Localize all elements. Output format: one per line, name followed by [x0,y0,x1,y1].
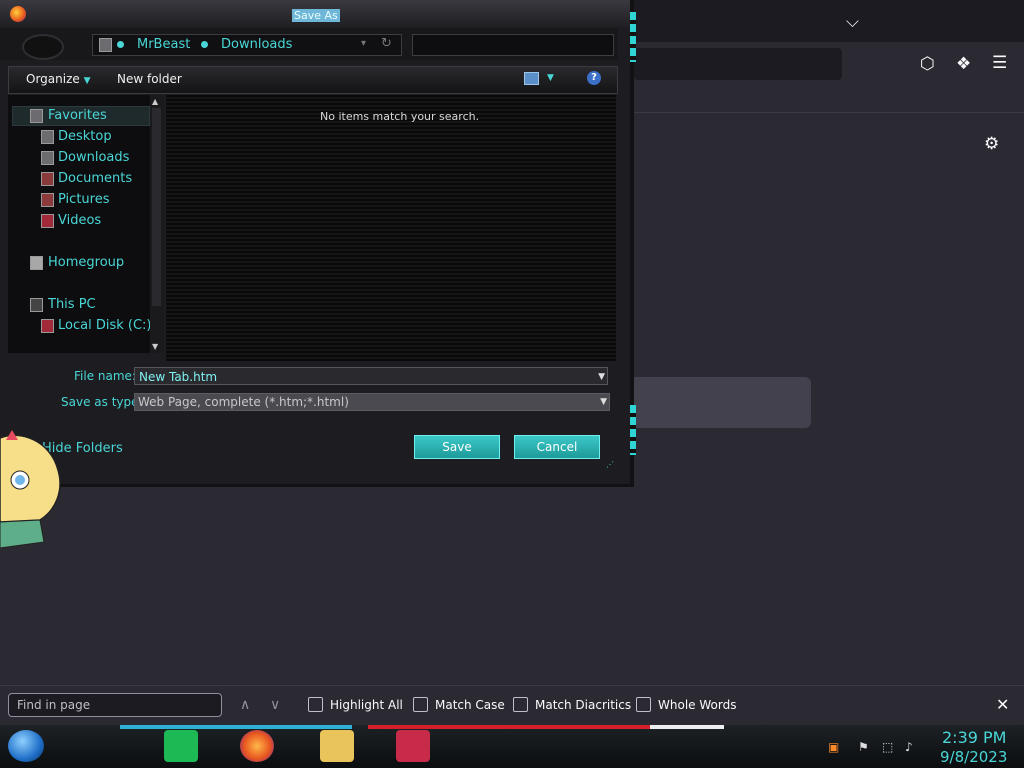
desktop-icon [41,130,54,144]
nav-documents[interactable]: Documents [58,171,132,186]
file-name-label: File name: [74,369,136,383]
start-button-icon[interactable] [8,730,44,762]
whole-words-label[interactable]: Whole Words [658,698,736,712]
nav-scroll-thumb[interactable] [152,108,161,306]
scroll-up-icon[interactable]: ▲ [152,97,158,106]
highlight-all-label[interactable]: Highlight All [330,698,403,712]
view-dropdown-icon[interactable]: ▼ [547,73,554,83]
settings-gear-icon[interactable]: ⚙ [984,134,999,154]
nav-desktop[interactable]: Desktop [58,129,112,144]
organize-label: Organize [26,72,80,86]
find-placeholder: Find in page [17,698,91,712]
nav-local-disk[interactable]: Local Disk (C:) [58,318,151,333]
organize-button[interactable]: Organize ▼ [26,72,91,86]
breadcrumb-separator-icon [201,41,208,48]
find-previous-icon[interactable]: ∧ [240,697,250,713]
resize-grip-icon[interactable]: ⋰ [606,460,614,469]
videos-icon [41,214,54,228]
help-icon[interactable]: ? [587,71,601,85]
nav-downloads[interactable]: Downloads [58,150,129,165]
save-type-select[interactable]: Web Page, complete (*.htm;*.html) ▼ [134,393,610,411]
folder-icon [99,38,112,52]
taskbar-accent-bar [650,725,724,729]
taskbar-accent-bar [368,725,650,729]
local-disk-icon [41,319,54,333]
taskbar-accent-bar [120,725,352,729]
address-breadcrumb[interactable]: MrBeast Downloads ▾ ↻ [92,34,402,56]
highlight-all-checkbox[interactable] [308,697,323,712]
breadcrumb-separator-icon [117,41,124,48]
clock-time[interactable]: 2:39 PM [942,728,1006,747]
breadcrumb-dropdown-icon[interactable]: ▾ [361,38,366,49]
nav-favorites[interactable]: Favorites [48,108,107,123]
nav-homegroup[interactable]: Homegroup [48,255,124,270]
back-forward-orb-icon[interactable] [22,34,64,60]
favorites-star-icon [30,109,43,123]
homegroup-icon [30,256,43,270]
refresh-icon[interactable]: ↻ [381,36,392,51]
taskbar [0,725,1024,768]
save-type-value: Web Page, complete (*.htm;*.html) [138,395,349,409]
breadcrumb-mrbeast[interactable]: MrBeast [137,37,190,52]
tab-list-chevron-icon[interactable]: ⌵ [846,12,859,32]
content-card[interactable] [630,377,811,428]
cancel-button[interactable]: Cancel [514,435,600,459]
find-in-page-input[interactable]: Find in page [8,693,222,717]
whole-words-checkbox[interactable] [636,697,651,712]
this-pc-icon [30,298,43,312]
new-folder-button[interactable]: New folder [117,72,182,86]
decorative-lights [630,405,636,455]
menu-icon[interactable]: ☰ [992,53,1007,73]
decorative-lights [630,12,636,62]
scroll-down-icon[interactable]: ▼ [152,342,158,351]
browser-tabbar [630,0,1024,42]
match-diacritics-checkbox[interactable] [513,697,528,712]
tray-app-icon[interactable]: ▣ [828,740,839,754]
network-icon[interactable]: ⬚ [882,740,893,754]
cartoon-sticker [0,430,61,549]
volume-icon[interactable]: ♪ [905,740,913,754]
nav-pictures[interactable]: Pictures [58,192,109,207]
bookmarks-bar [630,84,1024,113]
file-name-dropdown-icon[interactable]: ▼ [598,368,605,386]
file-explorer-taskbar-icon[interactable] [320,730,354,762]
url-bar[interactable] [634,48,842,80]
downloads-icon [41,151,54,165]
dropdown-arrow-icon: ▼ [83,76,91,86]
nav-videos[interactable]: Videos [58,213,101,228]
pocket-icon[interactable]: ⬡ [920,54,935,74]
match-case-label[interactable]: Match Case [435,698,505,712]
clock-date[interactable]: 9/8/2023 [940,748,1007,766]
save-type-label: Save as type: [61,395,143,409]
spotify-taskbar-icon[interactable] [164,730,198,762]
close-find-bar-icon[interactable]: ✕ [996,695,1009,714]
match-diacritics-label[interactable]: Match Diacritics [535,698,631,712]
dialog-title: Save As [292,9,340,22]
documents-icon [41,172,54,186]
empty-message: No items match your search. [320,110,480,123]
flag-icon[interactable]: ⚑ [858,740,869,754]
firefox-icon [10,6,26,22]
file-list-pane[interactable] [166,95,616,361]
save-button[interactable]: Save [414,435,500,459]
breadcrumb-downloads[interactable]: Downloads [221,37,292,52]
change-view-icon[interactable] [524,72,539,85]
extensions-icon[interactable]: ❖ [956,54,971,74]
nav-this-pc[interactable]: This PC [48,297,96,312]
media-app-taskbar-icon[interactable] [396,730,430,762]
pictures-icon [41,193,54,207]
match-case-checkbox[interactable] [413,697,428,712]
file-name-value: New Tab.htm [139,370,218,384]
firefox-taskbar-icon[interactable] [240,730,274,762]
find-next-icon[interactable]: ∨ [270,697,280,713]
save-type-dropdown-icon[interactable]: ▼ [600,394,607,411]
search-downloads-input[interactable] [412,34,614,56]
file-name-input[interactable]: New Tab.htm ▼ [134,367,608,385]
